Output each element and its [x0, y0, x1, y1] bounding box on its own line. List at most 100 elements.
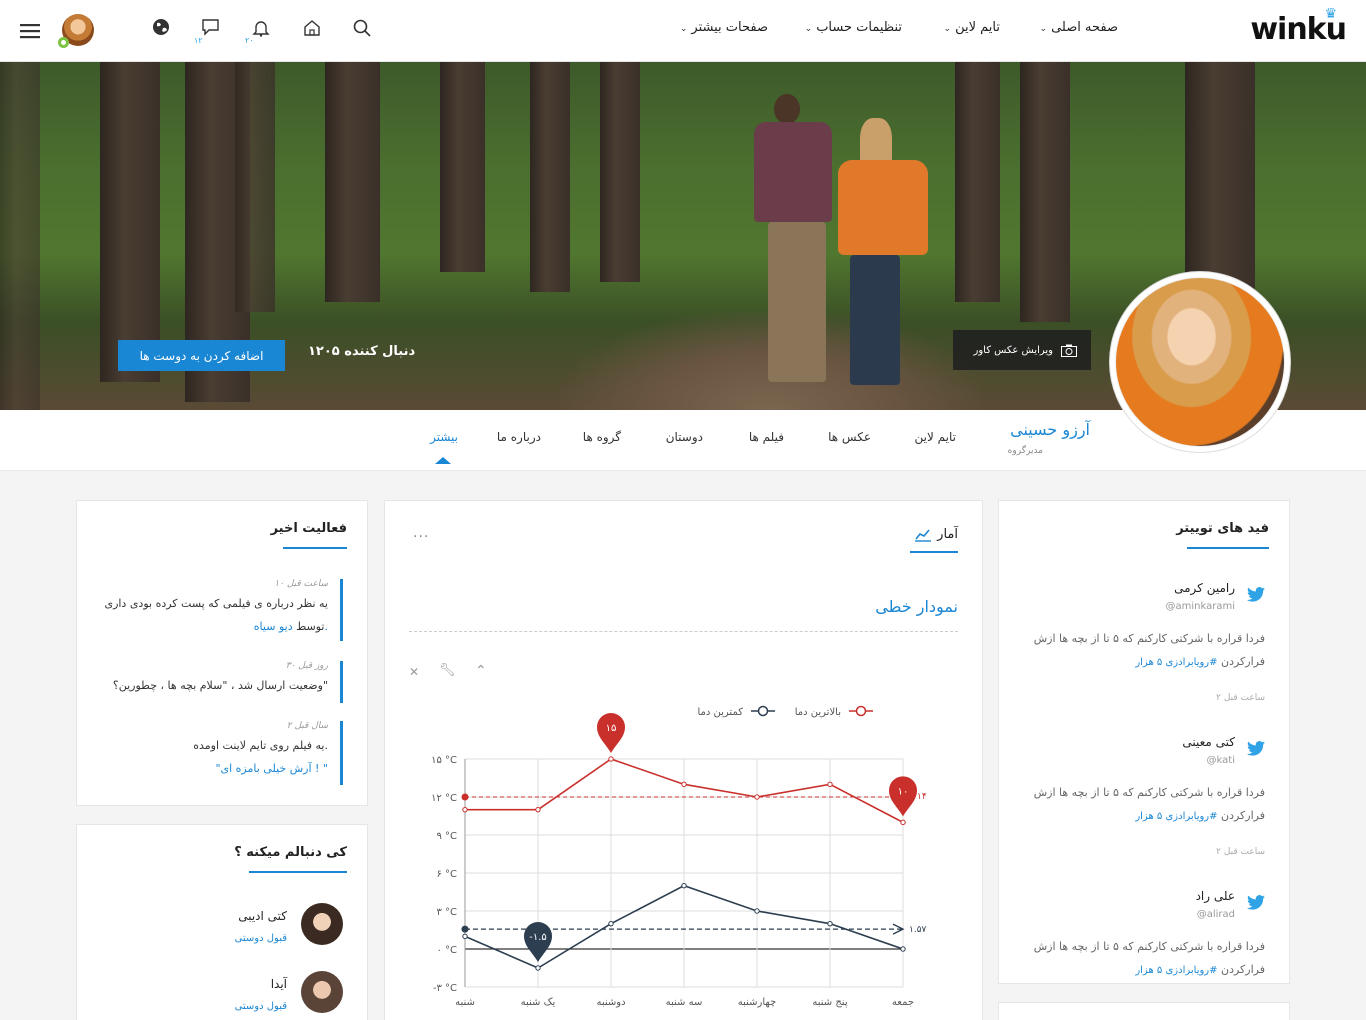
- tweet-author-handle[interactable]: @alirad: [1197, 909, 1235, 920]
- tweet-author-name[interactable]: رامین کرمی: [1174, 581, 1235, 595]
- activity-text: وضعیت ارسال شد ، "سلام بچه ها ، چطورین؟": [112, 679, 328, 692]
- home-icon[interactable]: [302, 18, 322, 38]
- data-point: [754, 908, 760, 914]
- tweet-item: رامین کرمی @aminkarami فردا قراره با شرک…: [1020, 581, 1265, 711]
- nav-timeline[interactable]: ⌄ تایم لاین: [944, 20, 1000, 35]
- logo[interactable]: winku ♛: [1250, 6, 1347, 47]
- tweet-time: ۲ ساعت قبل: [1216, 693, 1265, 703]
- activity-time: ۳۰ روز قبل: [285, 661, 328, 671]
- tweet-author-name[interactable]: علی راد: [1196, 889, 1235, 903]
- profile-picture[interactable]: [1110, 272, 1290, 452]
- legend-marker: [855, 705, 867, 717]
- tweet-item: کتی معینی @kati فردا قراره با شرکتی کارک…: [1020, 735, 1265, 865]
- profile-role: مدیرگروه: [1007, 446, 1043, 456]
- tab-timeline[interactable]: تایم لاین: [915, 430, 956, 444]
- activity-item: ۳۰ روز قبل وضعیت ارسال شد ، "سلام بچه ها…: [103, 661, 343, 703]
- y-tick-label: ۱۲ °C: [431, 793, 457, 804]
- tweet-author-handle[interactable]: @aminkarami: [1166, 601, 1236, 612]
- cover-tree: [100, 62, 160, 382]
- follower-avatar[interactable]: [301, 903, 343, 945]
- data-point: [900, 946, 906, 952]
- accept-friend-link[interactable]: قبول دوستی: [235, 933, 287, 944]
- tweet-hashtag[interactable]: #رویابرادزی ۵ هزار: [1135, 657, 1217, 668]
- y-tick-label: ۳ °C: [436, 907, 457, 918]
- tweet-author-handle[interactable]: @kati: [1207, 755, 1235, 766]
- chart-line-icon: [915, 528, 932, 542]
- stats-header: آمار: [915, 527, 958, 542]
- edit-cover-button[interactable]: ویرایش عکس کاور: [953, 330, 1091, 370]
- tweet-text-line: فرارکردن: [1221, 655, 1265, 668]
- cover-tree: [0, 62, 40, 410]
- twitter-icon: [1247, 587, 1265, 602]
- tweet-hashtag[interactable]: #رویابرادزی ۵ هزار: [1135, 811, 1217, 822]
- follower-name[interactable]: کتی ادیبی: [238, 909, 287, 923]
- tab-more[interactable]: بیشتر: [430, 430, 458, 444]
- cover-tree: [440, 62, 485, 272]
- stats-title: آمار: [937, 527, 958, 542]
- max-marker-label: ۱۵: [606, 723, 617, 734]
- chat-icon[interactable]: [200, 17, 220, 37]
- tweet-hashtag[interactable]: #رویابرادزی ۵ هزار: [1135, 965, 1217, 976]
- tab-friends[interactable]: دوستان: [666, 430, 703, 444]
- chart-subtitle: نمودار خطی: [875, 597, 958, 616]
- tweet-author-name[interactable]: کتی معینی: [1182, 735, 1235, 749]
- tweet-text: فردا قراره با شرکتی کارکنم که ۵ تا از بچ…: [1020, 935, 1265, 982]
- data-point: [462, 806, 468, 813]
- avg-low-label: ۱.۵۷: [909, 925, 927, 935]
- tweet-time: ۲ ساعت قبل: [1216, 847, 1265, 857]
- camera-icon: [1061, 344, 1077, 357]
- search-icon[interactable]: [352, 18, 372, 38]
- data-point: [754, 794, 760, 800]
- y-tick-label: ۹ °C: [436, 831, 457, 842]
- follower-count: ۱۲۰۵ دنبال کننده: [308, 344, 416, 359]
- follower-avatar[interactable]: [301, 971, 343, 1013]
- bell-icon[interactable]: [251, 18, 271, 38]
- nav-account-settings[interactable]: ⌄ تنظیمات حساب: [805, 20, 902, 35]
- nav-more-pages-label: صفحات بیشتر: [691, 20, 768, 35]
- activity-item: ۱۰ ساعت قبل یه نظر درباره ی فیلمی که پست…: [103, 579, 343, 641]
- follower-item: کتی ادیبی قبول دوستی: [143, 903, 343, 949]
- data-point: [608, 756, 614, 762]
- activity-time: ۱۰ ساعت قبل: [274, 579, 328, 589]
- x-tick-label: سه شنبه: [666, 997, 703, 1008]
- tab-photos[interactable]: عکس ها: [828, 430, 871, 444]
- cover-person-woman: [836, 118, 931, 388]
- data-point: [681, 882, 687, 889]
- x-tick-label: پنج شنبه: [812, 997, 847, 1008]
- hamburger-menu-icon[interactable]: [20, 22, 40, 40]
- add-friend-button[interactable]: اضافه کردن به دوست ها: [118, 340, 285, 371]
- nav-timeline-label: تایم لاین: [955, 20, 1000, 35]
- who-follows-title: کی دنبالم میکنه ؟: [234, 845, 347, 860]
- x-tick-label: دوشنبه: [596, 997, 625, 1008]
- nav-more-pages[interactable]: ⌄ صفحات بیشتر: [680, 20, 768, 35]
- cover-tree: [1020, 62, 1070, 322]
- chevron-down-icon: ⌄: [679, 24, 688, 34]
- tweet-text-line: فرارکردن: [1221, 963, 1265, 976]
- last-marker-label: ۱۰: [898, 786, 909, 797]
- avg-high-dot: [461, 793, 469, 801]
- data-point: [535, 806, 541, 813]
- y-tick-label: ۶ °C: [436, 869, 457, 880]
- chevron-down-icon: ⌄: [804, 24, 813, 34]
- nav-home-label: صفحه اصلی: [1051, 20, 1118, 35]
- next-card: [998, 1002, 1290, 1020]
- activity-link[interactable]: "آرش خیلی بامزه ای ! ": [103, 762, 328, 775]
- accept-friend-link[interactable]: قبول دوستی: [235, 1001, 287, 1012]
- x-tick-label: یک شنبه: [521, 997, 556, 1008]
- tab-groups[interactable]: گروه ها: [583, 430, 621, 444]
- logo-drop-icon: ♛: [1324, 6, 1337, 22]
- cover-tree: [955, 62, 1000, 302]
- nav-home[interactable]: ⌄ صفحه اصلی: [1040, 20, 1118, 35]
- follower-name[interactable]: آیدا: [271, 977, 287, 991]
- active-tab-indicator: [435, 457, 451, 464]
- tab-videos[interactable]: فیلم ها: [749, 430, 784, 444]
- globe-icon[interactable]: [151, 17, 171, 37]
- twitter-feed-card: فید های توییتر رامین کرمی @aminkarami فر…: [998, 500, 1290, 984]
- tab-about[interactable]: درباره ما: [497, 430, 541, 444]
- recent-activity-title: فعالیت اخیر: [270, 521, 347, 536]
- avg-low-dot: [461, 925, 469, 933]
- twitter-feed-title: فید های توییتر: [1176, 521, 1269, 536]
- x-tick-label: چهارشنبه: [738, 997, 776, 1008]
- user-avatar[interactable]: [58, 14, 94, 48]
- more-options-icon[interactable]: ...: [413, 525, 429, 541]
